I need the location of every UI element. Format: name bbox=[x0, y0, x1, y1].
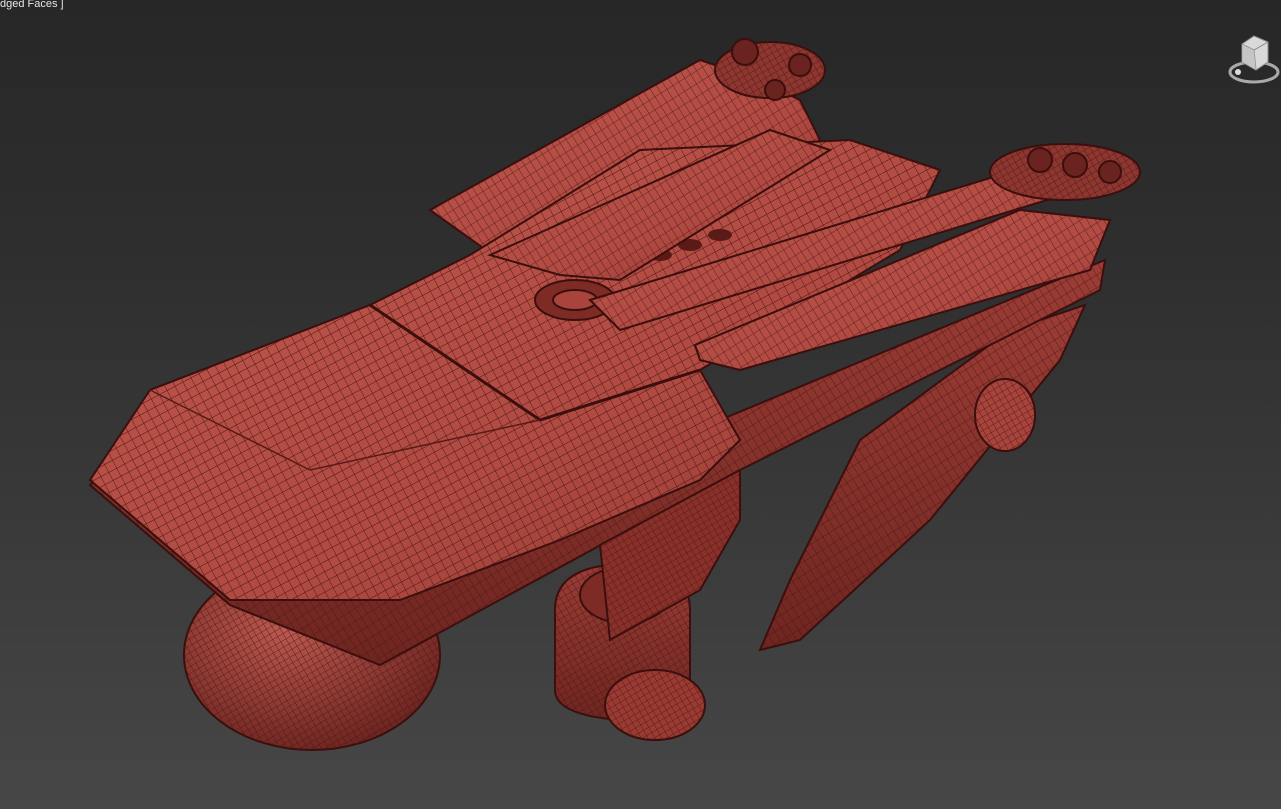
drone-model-render[interactable] bbox=[0, 0, 1281, 809]
viewport-perspective[interactable]: dged Faces ] bbox=[0, 0, 1281, 809]
viewcube-icon[interactable] bbox=[1228, 22, 1280, 88]
viewport-shading-label[interactable]: dged Faces ] bbox=[0, 0, 64, 10]
